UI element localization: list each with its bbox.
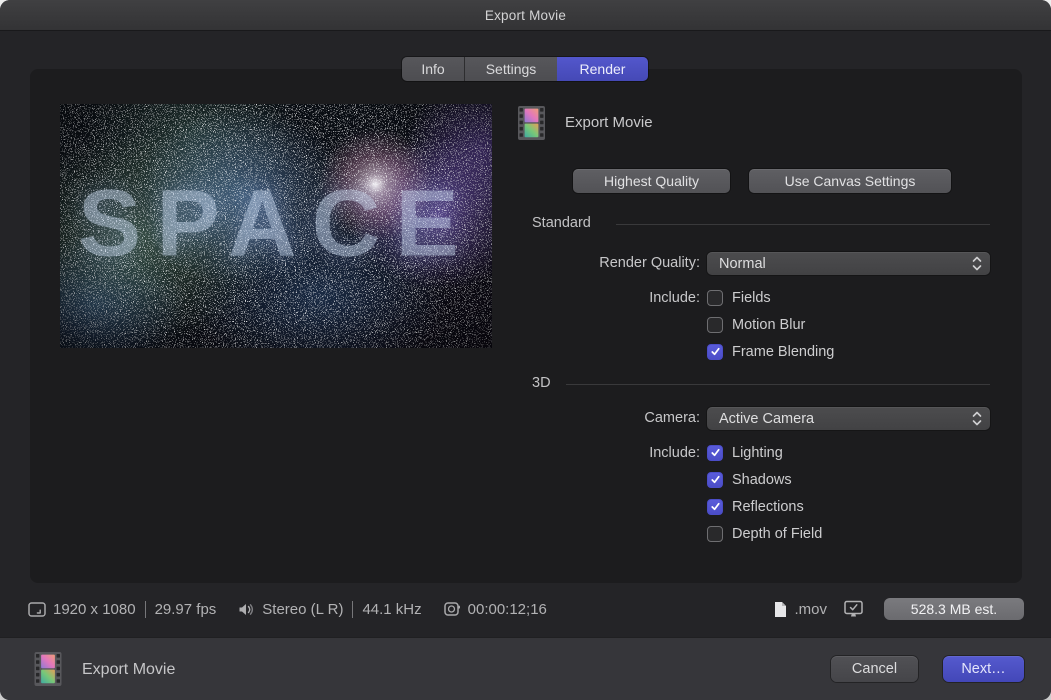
shadows-checkbox-label: Shadows (732, 472, 792, 488)
sample-rate-value: 44.1 kHz (362, 601, 421, 618)
camera-value: Active Camera (707, 411, 814, 427)
render-quality-label: Render Quality: (520, 255, 700, 271)
render-quality-value: Normal (707, 256, 766, 272)
checkmark-icon (710, 346, 721, 357)
status-divider (145, 601, 146, 618)
fields-checkbox-label: Fields (732, 290, 771, 306)
tab-settings[interactable]: Settings (465, 57, 557, 81)
section-title-3d: 3D (532, 375, 551, 391)
monitor-check-icon (843, 600, 864, 618)
camera-dropdown[interactable]: Active Camera (707, 407, 990, 430)
checkmark-icon (710, 447, 721, 458)
timecode-icon (444, 601, 461, 617)
media-info-bar: 1920 x 1080 29.97 fps Stereo (L R) 44.1 … (28, 598, 547, 620)
cancel-button[interactable]: Cancel (831, 656, 918, 682)
include-label-standard: Include: (520, 290, 700, 306)
checkbox-row-depth-of-field: Depth of Field (707, 525, 822, 542)
chevron-up-down-icon (972, 256, 982, 271)
window-title: Export Movie (485, 8, 566, 23)
movie-preview-thumbnail: SPACE (60, 104, 492, 348)
checkbox-row-reflections: Reflections (707, 498, 804, 515)
checkbox-row-fields: Fields (707, 289, 771, 306)
fields-checkbox[interactable] (707, 290, 723, 306)
tab-render[interactable]: Render (557, 57, 648, 81)
shadows-checkbox[interactable] (707, 472, 723, 488)
motion-blur-checkbox-label: Motion Blur (732, 317, 805, 333)
export-movie-dialog: Export Movie Info Settings Render SPACE … (0, 0, 1051, 700)
speaker-icon (238, 602, 255, 617)
camera-label: Camera: (520, 410, 700, 426)
lighting-checkbox[interactable] (707, 445, 723, 461)
output-info-bar: .mov 528.3 MB est. (773, 598, 1024, 620)
depth-of-field-checkbox[interactable] (707, 526, 723, 542)
frame-blending-checkbox-label: Frame Blending (732, 344, 834, 360)
lighting-checkbox-label: Lighting (732, 445, 783, 461)
preview-space-title: SPACE (60, 169, 492, 278)
export-type-title: Export Movie (565, 114, 653, 131)
frame-rate-value: 29.97 fps (155, 601, 217, 618)
checkbox-row-lighting: Lighting (707, 444, 783, 461)
film-strip-icon (518, 106, 545, 140)
file-size-estimate-badge: 528.3 MB est. (884, 598, 1024, 620)
resolution-value: 1920 x 1080 (53, 601, 136, 618)
include-label-3d: Include: (520, 445, 700, 461)
footer-export-title: Export Movie (82, 661, 175, 679)
audio-channels-value: Stereo (L R) (262, 601, 343, 618)
section-divider (616, 224, 990, 225)
reflections-checkbox-label: Reflections (732, 499, 804, 515)
duration-value: 00:00:12;16 (468, 601, 547, 618)
checkbox-row-shadows: Shadows (707, 471, 792, 488)
next-button[interactable]: Next… (943, 656, 1024, 682)
motion-blur-checkbox[interactable] (707, 317, 723, 333)
document-icon (773, 601, 787, 618)
tab-group: Info Settings Render (402, 57, 648, 81)
status-divider (352, 601, 353, 618)
aspect-ratio-icon (28, 602, 46, 617)
depth-of-field-checkbox-label: Depth of Field (732, 526, 822, 542)
use-canvas-settings-button[interactable]: Use Canvas Settings (749, 169, 951, 193)
checkmark-icon (710, 501, 721, 512)
chevron-up-down-icon (972, 411, 982, 426)
title-bar: Export Movie (0, 0, 1051, 31)
film-strip-icon (34, 652, 62, 686)
frame-blending-checkbox[interactable] (707, 344, 723, 360)
checkbox-row-motion-blur: Motion Blur (707, 316, 805, 333)
reflections-checkbox[interactable] (707, 499, 723, 515)
section-title-standard: Standard (532, 215, 591, 231)
highest-quality-button[interactable]: Highest Quality (573, 169, 730, 193)
section-divider (566, 384, 990, 385)
checkmark-icon (710, 474, 721, 485)
tab-info[interactable]: Info (402, 57, 465, 81)
dialog-footer: Export Movie Cancel Next… (0, 637, 1051, 700)
render-quality-dropdown[interactable]: Normal (707, 252, 990, 275)
checkbox-row-frame-blending: Frame Blending (707, 343, 834, 360)
file-extension-value: .mov (794, 601, 827, 618)
